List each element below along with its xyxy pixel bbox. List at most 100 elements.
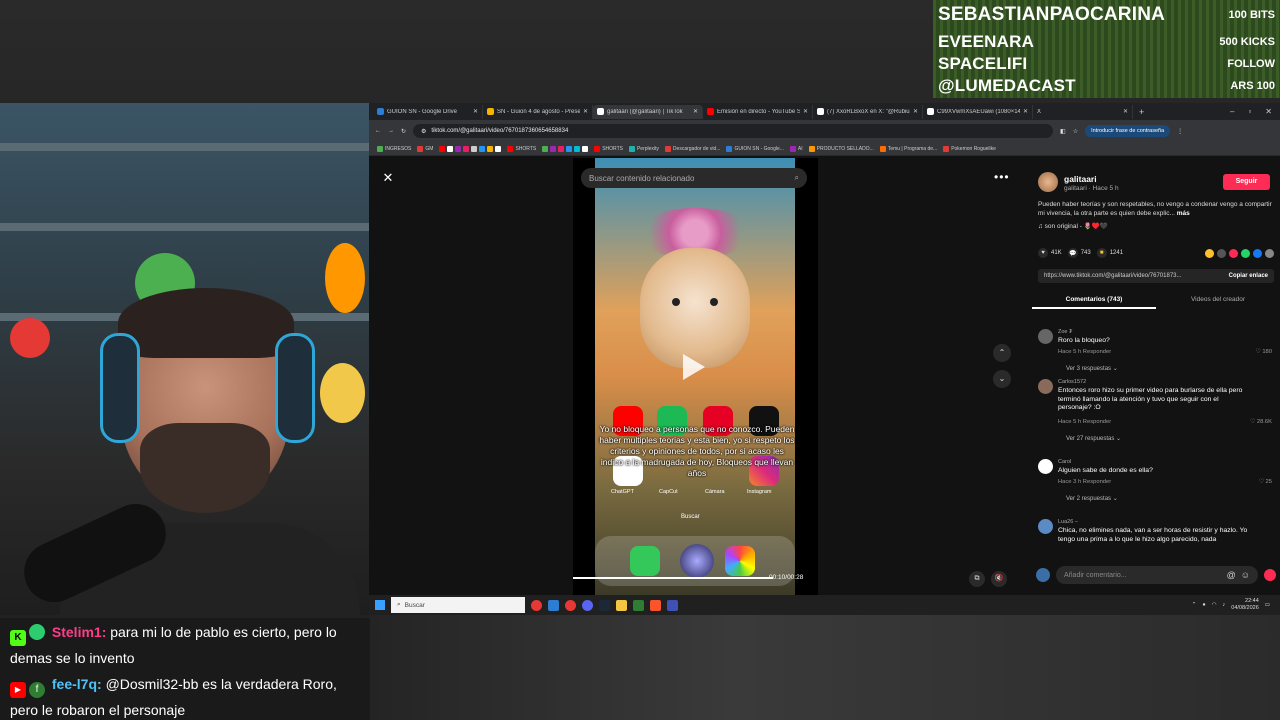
send-icon[interactable] (1264, 569, 1276, 581)
view-replies-link[interactable]: Ver 3 respuestas ⌄ (1066, 365, 1118, 372)
video-link[interactable]: https://www.tiktok.com/@galitaari/video/… (1044, 273, 1182, 279)
comment-likes[interactable]: ♡ 28.6K (1250, 419, 1272, 425)
previous-video-icon[interactable]: ⌃ (993, 344, 1011, 362)
comment-meta[interactable]: Hace 3 h Responder (1058, 479, 1111, 485)
browser-tab[interactable]: (7) XxoRLBxoX en X: "@Rubiu5 ✕ (813, 104, 923, 119)
author-avatar[interactable] (1038, 172, 1058, 192)
menu-icon[interactable]: ⋮ (1177, 128, 1183, 135)
mic-icon[interactable]: ● (1202, 602, 1205, 608)
comment-user[interactable]: Zoe ₮ (1058, 329, 1072, 335)
close-icon[interactable]: ✕ (381, 171, 395, 185)
close-icon[interactable]: ✕ (803, 108, 808, 115)
app-icon[interactable] (667, 599, 678, 611)
comment-likes[interactable]: ♡ 180 (1256, 349, 1272, 355)
embed-icon[interactable] (1217, 248, 1226, 258)
browser-tab-active[interactable]: galitaari (@galitaari) | TikTok ✕ (593, 104, 703, 119)
discord-icon[interactable] (582, 599, 593, 611)
minimize-icon[interactable]: – (1230, 107, 1234, 116)
view-replies-link[interactable]: Ver 2 respuestas ⌄ (1066, 495, 1118, 502)
back-icon[interactable]: ← (375, 128, 381, 134)
comment-meta[interactable]: Hace 5 h Responder (1058, 419, 1111, 425)
taskbar-search[interactable]: ⌕ Buscar (391, 597, 525, 613)
bookmark-item[interactable]: AI (789, 145, 803, 152)
password-prompt-button[interactable]: Introducir frase de contraseña (1085, 125, 1171, 137)
more-icon[interactable]: ••• (994, 170, 1010, 184)
bookmark-item[interactable]: PRODUCTO SELLADO... (808, 145, 874, 152)
comment-user[interactable]: Carlos1572 (1058, 379, 1086, 385)
chrome-icon[interactable] (531, 599, 542, 611)
more-link[interactable]: más (1177, 210, 1190, 217)
comment-likes[interactable]: ♡ 25 (1259, 479, 1272, 485)
wifi-icon[interactable]: ◠ (1212, 602, 1217, 608)
sound-label[interactable]: ♫ son original - 🌷♥️🖤 (1038, 222, 1108, 230)
share-icon[interactable] (1205, 248, 1214, 258)
close-icon[interactable]: ✕ (913, 108, 918, 115)
clock[interactable]: 22:44 04/08/2026 (1231, 598, 1259, 611)
like-stat[interactable]: ♥ 41K (1038, 248, 1062, 258)
bookmark-icons-group[interactable] (439, 145, 502, 152)
close-icon[interactable]: ✕ (1023, 108, 1028, 115)
comment-avatar[interactable] (1038, 379, 1053, 394)
comment-input[interactable]: Añadir comentario... @ ☺ (1056, 566, 1258, 584)
browser-tab[interactable]: SN - Guion 4 de agosto - Prese ✕ (483, 104, 593, 119)
tab-comments[interactable]: Comentarios (743) (1032, 293, 1156, 309)
close-icon[interactable]: ✕ (473, 108, 478, 115)
comment-stat[interactable]: 💬 743 (1067, 248, 1091, 258)
browser-tab[interactable]: Emisión en directo - YouTube S ✕ (703, 104, 813, 119)
view-replies-link[interactable]: Ver 27 respuestas ⌄ (1066, 435, 1121, 442)
more-share-icon[interactable] (1265, 248, 1274, 258)
send-icon[interactable] (1229, 248, 1238, 258)
bookmark-item[interactable]: SHORTS (507, 145, 536, 152)
comment-user[interactable]: Lua26 – (1058, 519, 1078, 525)
comment-avatar[interactable] (1038, 519, 1053, 534)
browser-tab[interactable]: C99XVwmXsAEUawi (1080×14 ✕ (923, 104, 1033, 119)
volume-icon[interactable]: ♪ (1223, 602, 1226, 608)
comment-avatar[interactable] (1038, 459, 1053, 474)
comment-user[interactable]: Carol (1058, 459, 1071, 465)
facebook-icon[interactable] (1253, 248, 1262, 258)
chrome-icon[interactable] (565, 599, 576, 611)
close-icon[interactable]: ✕ (1123, 108, 1128, 115)
site-info-icon[interactable]: ⚙ (421, 128, 426, 135)
related-search-input[interactable]: Buscar contenido relacionado ⌕ (581, 168, 807, 188)
windows-start-icon[interactable] (375, 600, 385, 610)
play-icon[interactable] (683, 354, 705, 380)
video-player[interactable]: Yo no bloqueo a personas que no conozco.… (573, 158, 818, 595)
save-stat[interactable]: ■ 1241 (1096, 248, 1123, 258)
bookmark-item[interactable]: SHORTS (594, 145, 623, 152)
star-icon[interactable]: ☆ (1073, 128, 1078, 135)
folder-icon[interactable] (616, 599, 627, 611)
bookmark-item[interactable]: Descargador de vid... (664, 145, 720, 152)
close-window-icon[interactable]: ✕ (1265, 107, 1272, 116)
bookmark-item[interactable]: INGRESOS (377, 145, 411, 152)
chevron-up-icon[interactable]: ⌃ (1192, 602, 1197, 608)
reload-icon[interactable]: ↻ (401, 128, 406, 135)
notification-icon[interactable]: ▭ (1265, 602, 1270, 608)
forward-icon[interactable]: → (388, 128, 394, 134)
copy-link-button[interactable]: Copiar enlace (1229, 273, 1268, 279)
app-icon[interactable] (633, 599, 644, 611)
extension-icon[interactable]: ◧ (1060, 128, 1066, 135)
url-input[interactable]: ⚙ tiktok.com/@galitaari/video/76701873606… (413, 124, 1054, 138)
bookmark-icons-group[interactable] (542, 145, 589, 152)
author-name[interactable]: galitaari (1064, 174, 1097, 184)
browser-tab[interactable]: GUION SN - Google Drive ✕ (373, 104, 483, 119)
bookmark-item[interactable]: Perplexity (628, 145, 659, 152)
bookmark-item[interactable]: GM (417, 145, 433, 152)
comment-avatar[interactable] (1038, 329, 1053, 344)
comment-meta[interactable]: Hace 5 h Responder (1058, 349, 1111, 355)
brave-icon[interactable] (650, 599, 661, 611)
whatsapp-icon[interactable] (1241, 248, 1250, 258)
video-progress-bar[interactable] (573, 577, 773, 579)
pip-icon[interactable]: ⧉ (969, 571, 985, 587)
bookmark-item[interactable]: Temu | Programa de... (879, 145, 937, 152)
bookmark-item[interactable]: Pokemon Roguelike (943, 145, 996, 152)
app-icon[interactable] (548, 599, 559, 611)
mute-icon[interactable]: 🔇 (991, 571, 1007, 587)
mention-icon[interactable]: @ (1227, 570, 1236, 580)
steam-icon[interactable] (599, 599, 610, 611)
close-icon[interactable]: ✕ (693, 108, 698, 115)
browser-tab[interactable]: X ✕ (1033, 104, 1133, 119)
emoji-icon[interactable]: ☺ (1241, 570, 1250, 580)
new-tab-icon[interactable]: + (1139, 107, 1144, 117)
